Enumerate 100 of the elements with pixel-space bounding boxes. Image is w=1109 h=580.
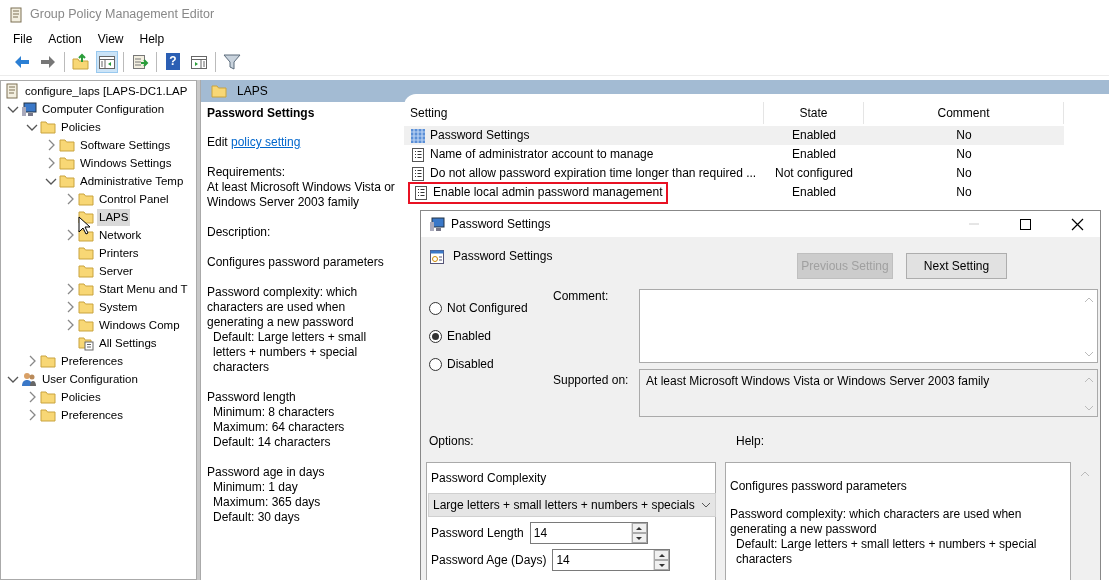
- column-header[interactable]: State: [764, 102, 864, 124]
- folder-icon: [59, 173, 75, 189]
- tree-item[interactable]: Preferences: [59, 406, 125, 424]
- scroll-up-icon: [1084, 296, 1094, 304]
- menu-item[interactable]: Action: [41, 31, 91, 47]
- complexity-dropdown[interactable]: Large letters + small letters + numbers + specials: [428, 493, 716, 517]
- chevron-down-icon: [701, 502, 711, 508]
- tree-item[interactable]: Computer Configuration: [40, 100, 167, 118]
- folder-icon: [40, 389, 56, 405]
- setting-name: Password Settings: [430, 128, 530, 143]
- number-spinner[interactable]: 14: [529, 522, 648, 544]
- policy-page-icon: [410, 165, 426, 182]
- edit-label: Edit: [207, 135, 229, 149]
- tree-item[interactable]: Administrative Temp: [78, 172, 186, 190]
- folder-icon: [78, 299, 94, 315]
- pane-title: LAPS: [237, 83, 268, 99]
- policy-link[interactable]: policy setting: [231, 135, 301, 149]
- setting-name: Enable local admin password management: [433, 185, 663, 200]
- scroll-down-icon: [1084, 350, 1094, 358]
- description-text: Password length: [207, 390, 297, 405]
- comment-text: No: [955, 166, 973, 181]
- menu-item[interactable]: Help: [132, 31, 174, 47]
- column-header[interactable]: Setting: [404, 102, 764, 124]
- radio-label[interactable]: Enabled: [447, 328, 492, 344]
- folder-icon: [40, 119, 56, 135]
- description-text: Requirements:: [207, 165, 287, 180]
- scroll-down-icon: [1084, 404, 1094, 412]
- tree-item[interactable]: Network: [97, 226, 144, 244]
- tree-item[interactable]: Software Settings: [78, 136, 173, 154]
- folder-icon: [78, 281, 94, 297]
- scroll-up-icon: [1080, 470, 1090, 478]
- radio-button[interactable]: [429, 329, 442, 343]
- comment-field[interactable]: [639, 289, 1098, 363]
- list-row[interactable]: Name of administrator account to manage Enabled No: [404, 145, 1064, 164]
- tree-item[interactable]: All Settings: [97, 334, 159, 352]
- radio-label[interactable]: Not Configured: [447, 300, 528, 316]
- export-list-icon: [131, 52, 149, 71]
- supported-label: Supported on:: [553, 372, 630, 389]
- option-label: Password Complexity: [430, 471, 548, 487]
- list-row[interactable]: Do not allow password expiration time longer than required ... Not configured No: [404, 164, 1064, 183]
- tree-item[interactable]: Windows Settings: [78, 154, 174, 172]
- list-row[interactable]: Enable local admin password management Enabled No: [404, 183, 1064, 202]
- menu-item[interactable]: File: [6, 31, 42, 47]
- folder-icon: [40, 407, 56, 423]
- tree-item[interactable]: Policies: [59, 118, 103, 136]
- tree-item[interactable]: Start Menu and T: [97, 280, 190, 298]
- scroll-icon: [8, 7, 24, 23]
- policy-name: Password Settings: [453, 249, 553, 265]
- options-label: Options:: [429, 434, 475, 450]
- spin-down-icon: [657, 562, 666, 568]
- tree-item[interactable]: Windows Comp: [97, 316, 182, 334]
- description-text: Default: Large letters + small letters + numbers + special characters: [212, 330, 368, 375]
- help-text: Configures password parameters: [730, 479, 908, 494]
- tree-item[interactable]: Preferences: [59, 352, 125, 370]
- comment-label: Comment:: [553, 289, 610, 305]
- tree-item[interactable]: Server: [97, 262, 135, 280]
- option-label: Password Age (Days): [431, 552, 547, 568]
- help-text: Password complexity: which characters are used when generating a new password: [730, 507, 1023, 537]
- radio-button[interactable]: [429, 357, 442, 371]
- filter-icon: [223, 52, 241, 71]
- folder-icon: [78, 227, 94, 243]
- comment-text: No: [955, 128, 973, 143]
- next-button[interactable]: Next Setting: [906, 253, 1007, 279]
- description-text: Password complexity: which characters are used when generating a new password: [207, 285, 359, 330]
- tree-item[interactable]: Control Panel: [97, 190, 171, 208]
- description-text: Maximum: 64 characters: [212, 420, 346, 435]
- help-button[interactable]: ?: [162, 50, 184, 73]
- policy-page-icon: [410, 146, 426, 163]
- close-icon[interactable]: [1070, 217, 1084, 231]
- maximize-icon[interactable]: [1018, 217, 1032, 231]
- tree-item[interactable]: System: [97, 298, 140, 316]
- list-row[interactable]: Password Settings Enabled No: [404, 126, 1064, 145]
- tree-item[interactable]: Policies: [59, 388, 103, 406]
- policy-window-icon: [429, 249, 445, 265]
- state-text: Enabled: [790, 185, 837, 200]
- spin-up-icon: [635, 525, 644, 531]
- tree-item[interactable]: configure_laps [LAPS-DC1.LAP: [23, 82, 190, 100]
- radio-label[interactable]: Disabled: [447, 356, 494, 372]
- tree-item[interactable]: LAPS: [97, 208, 131, 226]
- description-text: Minimum: 1 day: [212, 480, 299, 495]
- comment-text: No: [955, 185, 973, 200]
- menu-item[interactable]: View: [90, 31, 133, 47]
- folder-icon: [211, 83, 227, 99]
- radio-button[interactable]: [429, 301, 442, 315]
- window-title: Group Policy Management Editor: [30, 7, 215, 23]
- tree-item[interactable]: Printers: [97, 244, 141, 262]
- column-header[interactable]: Comment: [864, 102, 1064, 124]
- state-text: Not configured: [773, 166, 854, 181]
- number-spinner[interactable]: 14: [552, 549, 671, 571]
- dialog-title: Password Settings: [451, 216, 552, 232]
- description-text: Configures password parameters: [207, 255, 385, 270]
- policy-page-icon: [413, 184, 429, 201]
- folder-icon: [59, 137, 75, 153]
- folder-icon: [78, 317, 94, 333]
- scroll-up-icon: [1084, 376, 1094, 384]
- tree-item[interactable]: User Configuration: [40, 370, 140, 388]
- toolbar-button[interactable]: [96, 50, 118, 73]
- spin-up-icon: [657, 552, 666, 558]
- option-label: Password Length: [431, 525, 524, 541]
- folder-icon: [78, 191, 94, 207]
